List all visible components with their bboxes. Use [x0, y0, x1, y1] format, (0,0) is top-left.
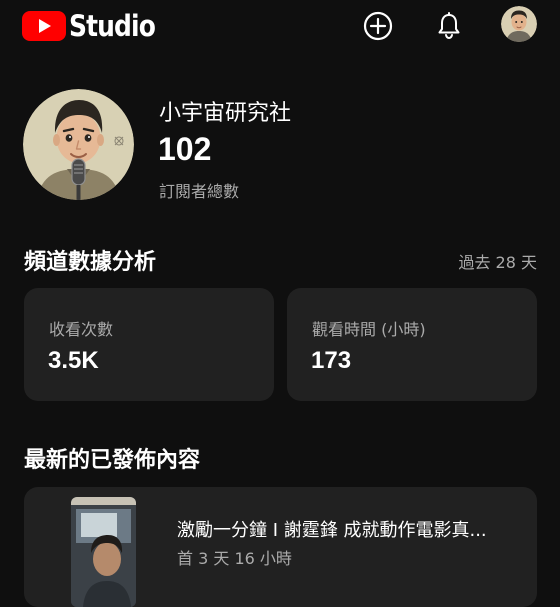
youtube-logo-icon [22, 11, 66, 41]
create-icon [363, 11, 393, 41]
create-button[interactable] [362, 10, 394, 42]
video-thumbnail [71, 497, 136, 607]
account-avatar-image [501, 6, 537, 42]
watch-time-label: 觀看時間 (小時) [312, 320, 426, 339]
account-avatar[interactable] [501, 6, 537, 42]
channel-analytics-heading: 頻道數據分析 [24, 250, 157, 275]
latest-video-title: 激勵一分鐘 I 謝霆鋒 成就動作電影真... [177, 520, 487, 541]
watch-time-card[interactable]: 觀看時間 (小時) 173 [287, 288, 537, 401]
studio-logo-text: Studio [69, 9, 156, 43]
analytics-period: 過去 28 天 [458, 253, 537, 272]
notifications-bell-icon [438, 12, 460, 40]
channel-avatar[interactable] [23, 89, 134, 200]
views-card[interactable]: 收看次數 3.5K [24, 288, 274, 401]
top-app-bar: Studio [0, 0, 560, 52]
latest-content-heading: 最新的已發佈內容 [24, 448, 201, 473]
latest-video-age: 首 3 天 16 小時 [177, 549, 292, 568]
channel-name: 小宇宙研究社 [159, 101, 292, 126]
channel-summary: 小宇宙研究社 102 訂閱者總數 [23, 89, 543, 201]
views-label: 收看次數 [49, 320, 114, 339]
subscriber-count: 102 [158, 131, 212, 167]
latest-video-card[interactable]: 激勵一分鐘 I 謝霆鋒 成就動作電影真... 首 3 天 16 小時 [24, 487, 537, 607]
studio-logo[interactable]: Studio [22, 9, 169, 43]
subscriber-count-label: 訂閱者總數 [159, 182, 240, 201]
watch-time-value: 173 [311, 347, 352, 374]
channel-avatar-image [23, 89, 134, 200]
notifications-button[interactable] [433, 10, 465, 42]
video-thumbnail-image [71, 497, 136, 607]
views-value: 3.5K [48, 347, 99, 374]
